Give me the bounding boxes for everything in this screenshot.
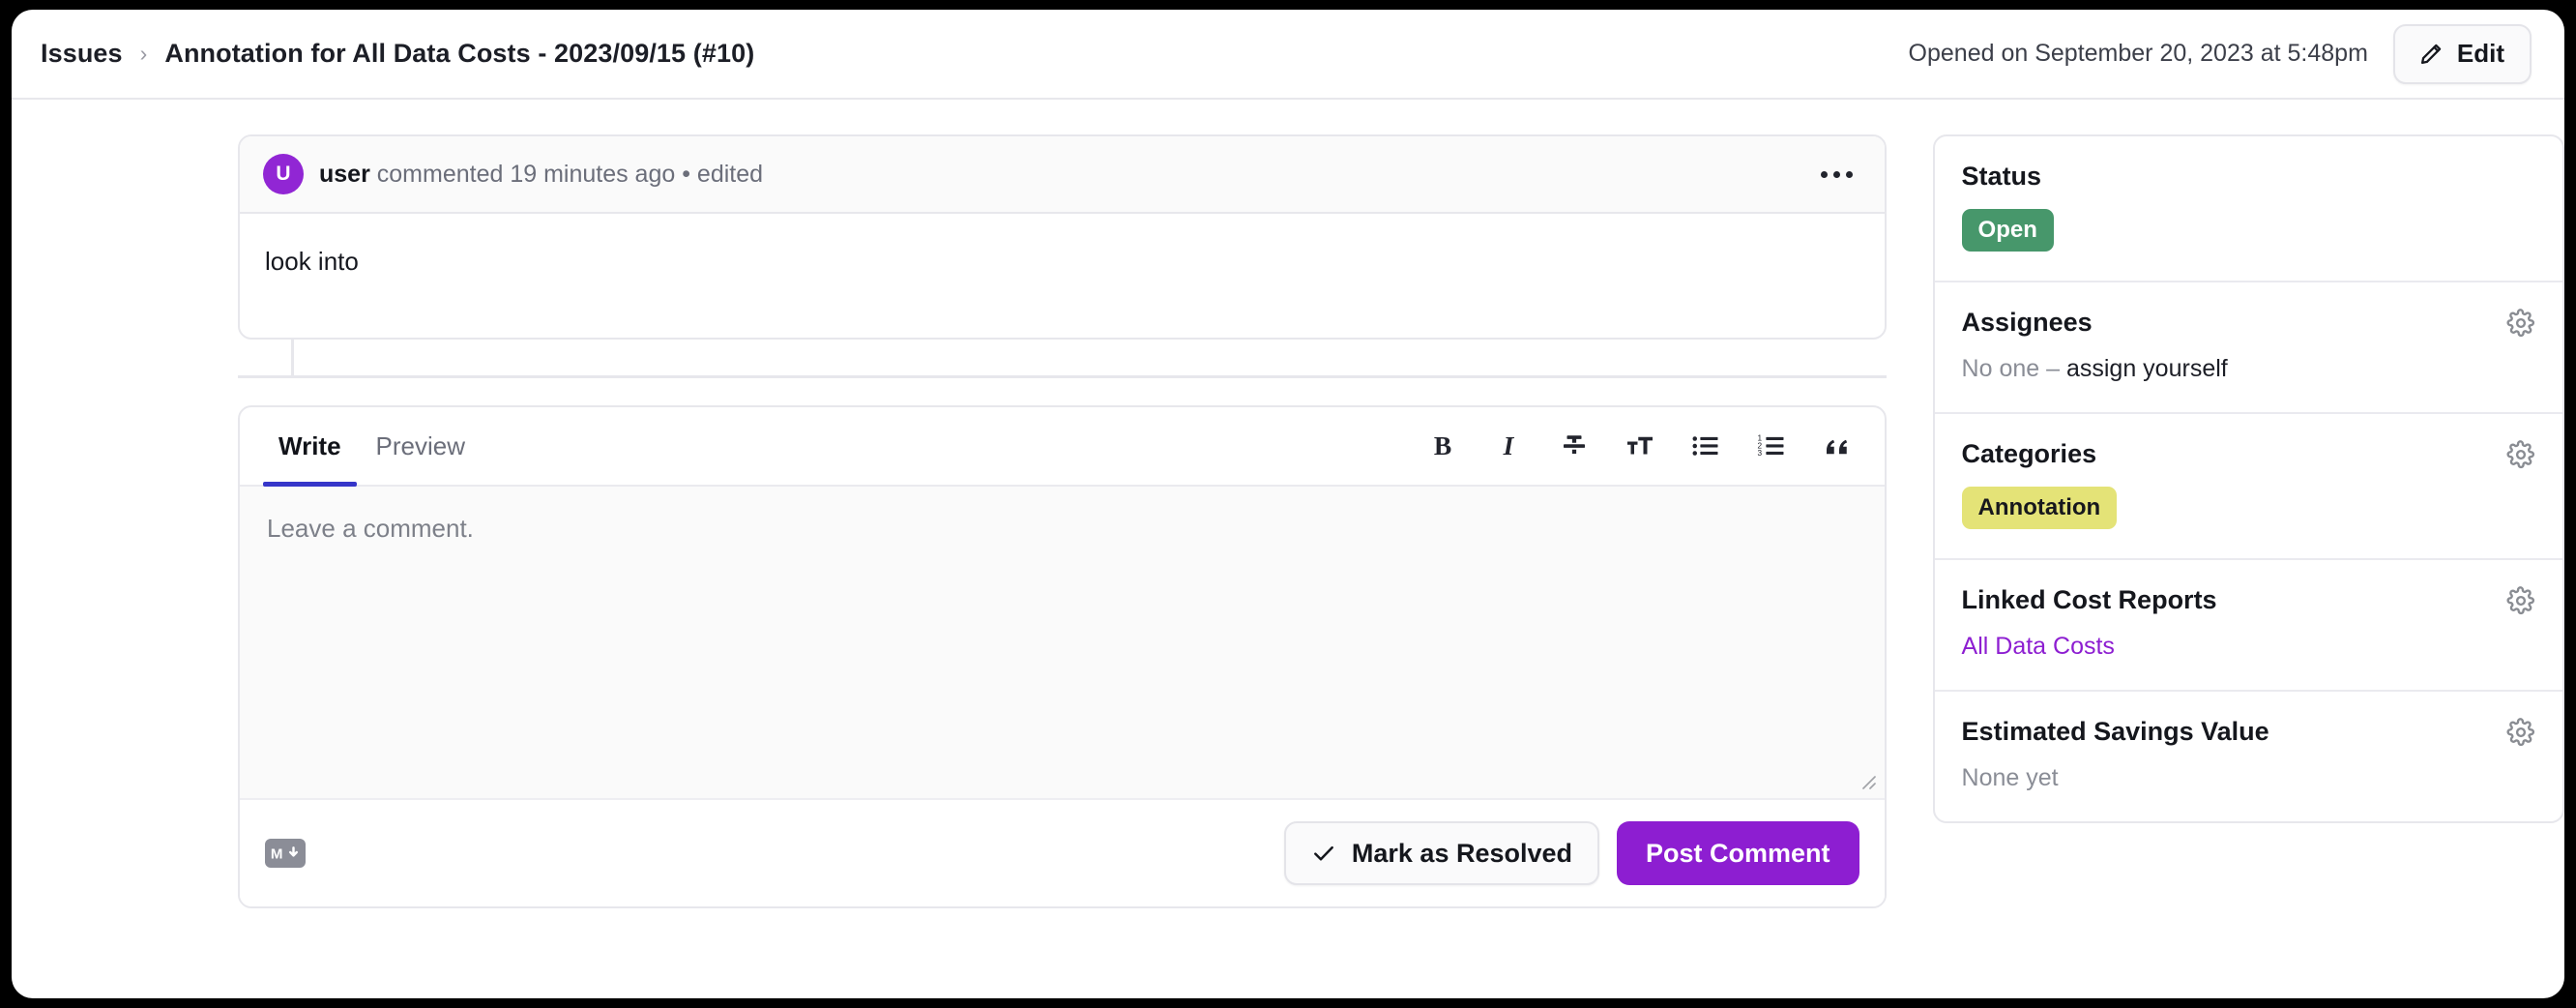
sidebar-section-title: Assignees (1962, 308, 2535, 338)
dot (1833, 170, 1841, 178)
mark-as-resolved-label: Mark as Resolved (1351, 838, 1573, 868)
tab-write[interactable]: Write (261, 407, 359, 487)
dot (1846, 170, 1854, 178)
svg-text:M: M (271, 846, 283, 863)
numbered-list-icon[interactable]: 1 2 3 (1755, 430, 1788, 462)
gear-icon[interactable] (2506, 717, 2535, 747)
strikethrough-icon[interactable] (1558, 430, 1591, 462)
estimated-savings-heading: Estimated Savings Value (1961, 717, 2269, 746)
page-title: Annotation for All Data Costs - 2023/09/… (164, 39, 755, 68)
dot (1821, 170, 1829, 178)
issue-sidebar: Status Open Assignees No one – assign yo… (1932, 134, 2564, 823)
category-chip-annotation[interactable]: Annotation (1961, 487, 2118, 529)
edit-button-label: Edit (2456, 39, 2504, 68)
breadcrumb: Issues › Annotation for All Data Costs -… (41, 39, 754, 69)
italic-icon[interactable]: I (1492, 430, 1525, 462)
linked-cost-reports-heading: Linked Cost Reports (1961, 585, 2217, 614)
sidebar-section-categories: Categories Annotation (1934, 414, 2562, 560)
mark-as-resolved-button[interactable]: Mark as Resolved (1283, 821, 1600, 885)
connector-horizontal-rule (238, 375, 1887, 378)
resize-grip-icon[interactable] (1855, 768, 1878, 791)
comment-body: look into (265, 247, 359, 276)
comment-meta: commented 19 minutes ago • edited (369, 160, 764, 188)
heading-icon[interactable] (1624, 430, 1656, 462)
markdown-icon: M (265, 839, 306, 868)
comment-author: user (319, 160, 370, 188)
avatar: U (263, 154, 304, 194)
editor-actions: Mark as Resolved Post Comment (1283, 821, 1859, 885)
breadcrumb-separator-icon: › (139, 41, 148, 66)
status-heading: Status (1961, 162, 2042, 191)
timeline-connector (238, 340, 1887, 378)
estimated-savings-value: None yet (1961, 764, 2059, 791)
sidebar-section-assignees: Assignees No one – assign yourself (1934, 282, 2562, 414)
gear-icon[interactable] (2506, 308, 2535, 338)
comment-options-menu-icon[interactable] (1811, 153, 1863, 195)
sidebar-section-status: Status Open (1934, 136, 2562, 282)
check-icon (1311, 841, 1336, 866)
linked-cost-report-link[interactable]: All Data Costs (1962, 633, 2115, 660)
status-badge[interactable]: Open (1961, 209, 2054, 252)
app-window: Issues › Annotation for All Data Costs -… (12, 10, 2564, 998)
sidebar-section-linked-cost-reports: Linked Cost Reports All Data Costs (1934, 560, 2562, 692)
sidebar-section-estimated-savings-value: Estimated Savings Value None yet (1935, 692, 2562, 821)
svg-text:B: B (1433, 431, 1450, 460)
editor-tab-bar: Write Preview B I 1 2 3 (240, 407, 1885, 487)
opened-timestamp: Opened on September 20, 2023 at 5:48pm (1908, 40, 2368, 67)
svg-text:3: 3 (1757, 449, 1762, 458)
comment-editor: Write Preview B I 1 2 3 Leave a comment.… (238, 405, 1887, 908)
sidebar-section-title: Status (1962, 162, 2535, 192)
editor-footer: M Mark as Resolved Post Comment (240, 798, 1885, 906)
comment-header: U user commented 19 minutes ago • edited (240, 136, 1885, 214)
post-comment-button[interactable]: Post Comment (1617, 821, 1859, 885)
bold-icon[interactable]: B (1426, 430, 1459, 462)
quote-icon[interactable] (1821, 430, 1854, 462)
sidebar-section-title: Linked Cost Reports (1962, 585, 2535, 615)
breadcrumb-item-issues[interactable]: Issues (41, 39, 123, 69)
formatting-toolbar: B I 1 2 3 (1426, 407, 1861, 485)
gear-icon[interactable] (2506, 585, 2535, 615)
sidebar-section-title: Estimated Savings Value (1962, 717, 2535, 747)
pencil-icon (2418, 42, 2444, 67)
page-body: U user commented 19 minutes ago • edited… (12, 100, 2564, 908)
header-right-group: Opened on September 20, 2023 at 5:48pm E… (1908, 23, 2532, 84)
assignees-heading: Assignees (1961, 308, 2093, 337)
sidebar-column: Status Open Assignees No one – assign yo… (1932, 134, 2564, 823)
tab-preview[interactable]: Preview (359, 407, 483, 485)
comment-byline: user commented 19 minutes ago • edited (319, 161, 763, 189)
comment-card: U user commented 19 minutes ago • edited… (238, 134, 1887, 340)
comment-textarea[interactable]: Leave a comment. (240, 487, 1885, 798)
sidebar-section-title: Categories (1962, 439, 2535, 469)
comment-placeholder: Leave a comment. (267, 514, 474, 543)
assign-yourself-link[interactable]: assign yourself (2066, 355, 2228, 382)
svg-text:I: I (1502, 431, 1514, 460)
connector-vertical-line (291, 340, 294, 378)
categories-heading: Categories (1961, 439, 2097, 468)
assignees-value[interactable]: No one – assign yourself (1962, 355, 2535, 383)
page-header: Issues › Annotation for All Data Costs -… (12, 10, 2564, 100)
edit-button[interactable]: Edit (2392, 23, 2532, 84)
main-column: U user commented 19 minutes ago • edited… (238, 134, 1887, 908)
assignees-none-label: No one – (1961, 355, 2066, 382)
gear-icon[interactable] (2506, 439, 2535, 469)
bulleted-list-icon[interactable] (1689, 430, 1722, 462)
